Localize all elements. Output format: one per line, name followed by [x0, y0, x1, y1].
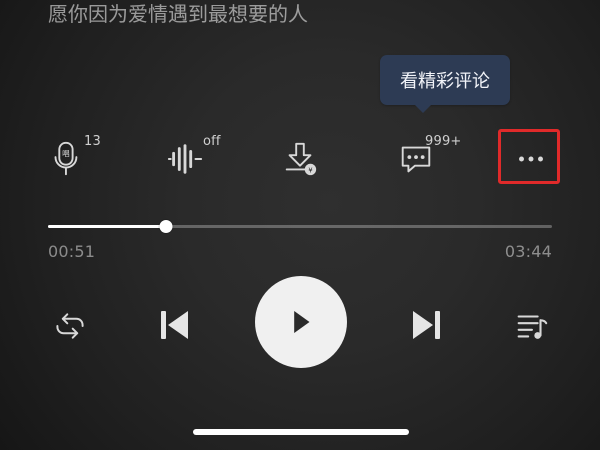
player-controls	[0, 276, 600, 376]
lyric-line: 愿你因为爱情遇到最想要的人	[48, 2, 308, 26]
comment-count-badge: 999+	[425, 134, 462, 149]
sound-effect-badge: off	[203, 134, 221, 149]
playlist-button[interactable]	[508, 303, 554, 349]
sing-count-badge: 13	[84, 134, 101, 149]
current-time: 00:51	[48, 242, 96, 261]
comments-tooltip: 看精彩评论	[380, 55, 510, 113]
svg-text:唱: 唱	[62, 149, 70, 158]
sound-effect-button[interactable]	[165, 139, 205, 179]
download-icon: ¥	[285, 142, 317, 176]
total-time: 03:44	[504, 242, 552, 261]
home-indicator[interactable]	[193, 429, 409, 435]
download-button[interactable]: ¥	[280, 139, 320, 179]
previous-icon	[161, 311, 188, 339]
progress-handle[interactable]	[159, 220, 173, 233]
microphone-icon: 唱	[54, 141, 78, 176]
sing-button[interactable]: 唱	[45, 139, 85, 179]
svg-text:¥: ¥	[308, 166, 312, 174]
more-button-highlight	[498, 129, 560, 184]
play-icon	[294, 310, 310, 334]
previous-track-button[interactable]	[151, 302, 197, 348]
playback-progress[interactable]	[48, 218, 552, 236]
next-track-button[interactable]	[404, 302, 450, 348]
play-button[interactable]	[255, 276, 347, 368]
next-icon	[413, 311, 440, 339]
progress-fill	[48, 225, 166, 228]
playlist-icon	[517, 315, 548, 339]
audio-wave-icon	[167, 144, 203, 174]
repeat-icon	[56, 313, 84, 339]
repeat-mode-button[interactable]	[48, 304, 92, 348]
